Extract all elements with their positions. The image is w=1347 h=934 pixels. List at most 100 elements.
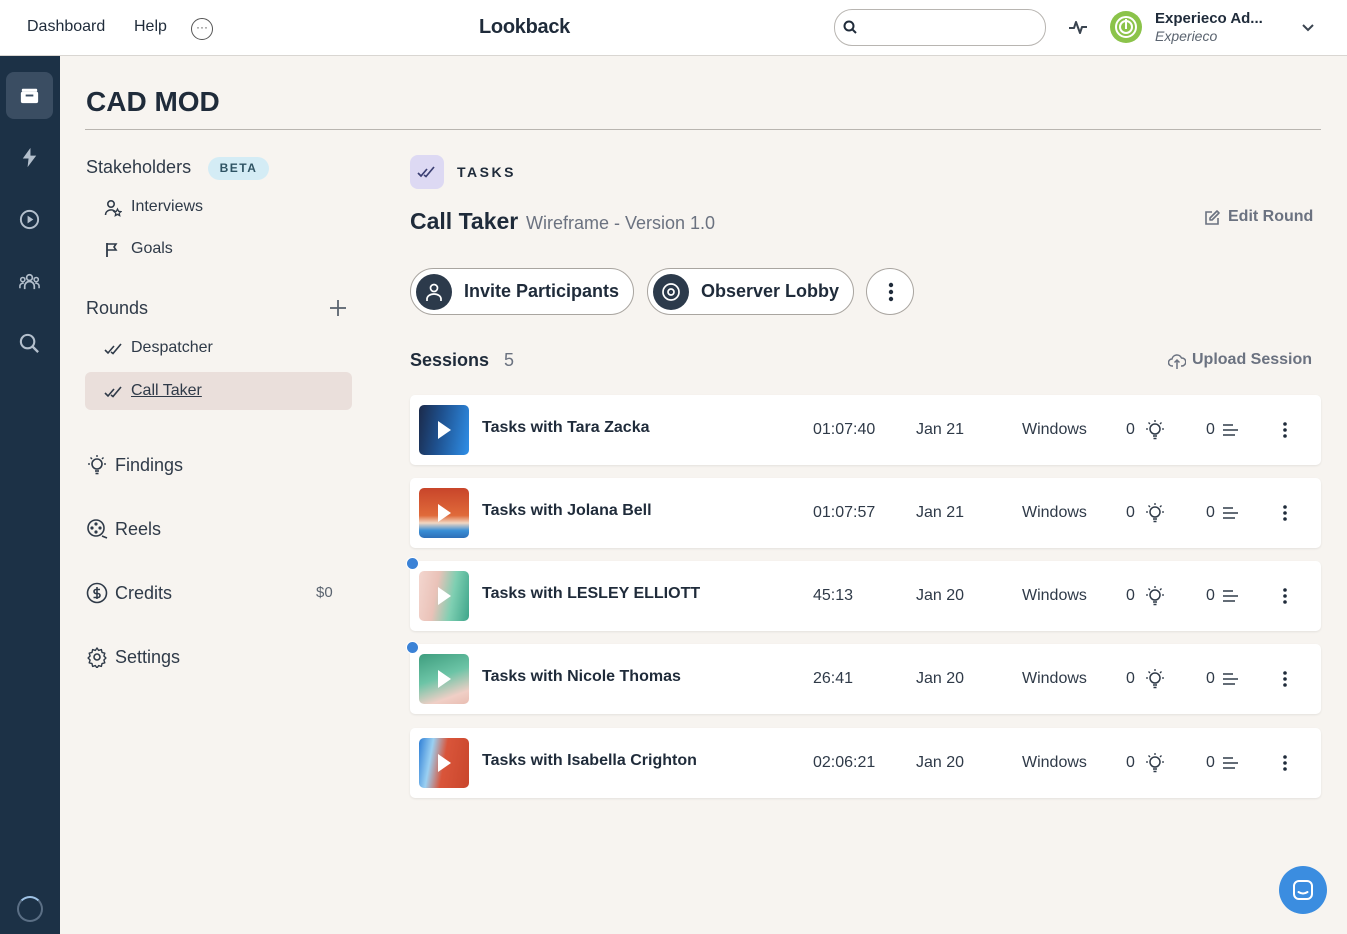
session-notes-count: 0 bbox=[1206, 587, 1215, 604]
session-date: Jan 20 bbox=[916, 587, 965, 604]
lightbulb-icon bbox=[1146, 753, 1164, 773]
session-insights-count: 0 bbox=[1126, 504, 1135, 521]
rail-projects-button[interactable] bbox=[6, 72, 53, 119]
sidebar-item-label: Despatcher bbox=[131, 339, 213, 356]
session-row[interactable]: Tasks with Isabella Crighton 02:06:21 Ja… bbox=[410, 728, 1321, 798]
session-row[interactable]: Tasks with Jolana Bell 01:07:57 Jan 21 W… bbox=[410, 478, 1321, 548]
support-chat-button[interactable] bbox=[1279, 866, 1327, 914]
session-notes-count: 0 bbox=[1206, 670, 1215, 687]
participant-icon-wrap bbox=[416, 274, 452, 310]
sidebar-item-label: Interviews bbox=[131, 198, 204, 215]
notes-icon bbox=[1223, 673, 1238, 685]
chevron-down-icon[interactable] bbox=[1300, 20, 1316, 36]
avatar[interactable] bbox=[1110, 11, 1142, 43]
row-kebab-icon[interactable] bbox=[1282, 587, 1288, 605]
stakeholders-heading[interactable]: Stakeholders bbox=[86, 157, 191, 178]
search-box[interactable] bbox=[834, 9, 1046, 46]
double-check-icon bbox=[417, 166, 435, 178]
session-notes-count: 0 bbox=[1206, 504, 1215, 521]
edit-round-label: Edit Round bbox=[1228, 208, 1314, 225]
user-name[interactable]: Experieco Ad... bbox=[1155, 10, 1263, 27]
session-name[interactable]: Tasks with Nicole Thomas bbox=[482, 668, 681, 686]
rail-search-button[interactable] bbox=[6, 320, 53, 367]
session-name[interactable]: Tasks with Tara Zacka bbox=[482, 419, 649, 437]
session-os: Windows bbox=[1022, 587, 1087, 604]
rail-live-button[interactable] bbox=[6, 134, 53, 181]
invite-participants-button[interactable]: Invite Participants bbox=[410, 268, 634, 315]
session-os: Windows bbox=[1022, 754, 1087, 771]
session-name[interactable]: Tasks with Isabella Crighton bbox=[482, 752, 697, 770]
app-logo[interactable]: Lookback bbox=[479, 16, 570, 39]
row-kebab-icon[interactable] bbox=[1282, 421, 1288, 439]
round-more-button[interactable] bbox=[866, 268, 914, 315]
nav-dashboard-link[interactable]: Dashboard bbox=[27, 18, 105, 36]
session-notes-count: 0 bbox=[1206, 421, 1215, 438]
session-duration: 01:07:57 bbox=[813, 504, 876, 521]
page-title: CAD MOD bbox=[86, 86, 220, 117]
tasks-badge bbox=[410, 155, 444, 189]
session-thumbnail[interactable] bbox=[419, 571, 469, 621]
loading-spinner-icon bbox=[17, 896, 43, 922]
sidebar-item-label: Goals bbox=[131, 240, 173, 257]
session-thumbnail[interactable] bbox=[419, 488, 469, 538]
session-os: Windows bbox=[1022, 504, 1087, 521]
session-name[interactable]: Tasks with LESLEY ELLIOTT bbox=[482, 585, 700, 603]
lightbulb-icon bbox=[1146, 669, 1164, 689]
play-icon bbox=[438, 670, 451, 688]
beta-badge: BETA bbox=[208, 157, 269, 180]
sidebar-item-label: Call Taker bbox=[131, 382, 202, 399]
sessions-heading: Sessions bbox=[410, 350, 490, 370]
rounds-heading: Rounds bbox=[86, 298, 149, 318]
add-round-icon[interactable] bbox=[329, 299, 347, 317]
double-check-icon bbox=[104, 386, 122, 398]
session-duration: 02:06:21 bbox=[813, 754, 876, 771]
flag-icon bbox=[106, 243, 118, 257]
session-insights-count: 0 bbox=[1126, 587, 1135, 604]
session-thumbnail[interactable] bbox=[419, 738, 469, 788]
nav-help-link[interactable]: Help bbox=[134, 18, 167, 36]
more-options-icon[interactable]: ··· bbox=[191, 18, 213, 40]
sidebar-item-label: Findings bbox=[115, 455, 184, 475]
rail-team-button[interactable] bbox=[6, 258, 53, 305]
search-input[interactable] bbox=[865, 16, 1035, 40]
session-name[interactable]: Tasks with Jolana Bell bbox=[482, 502, 652, 520]
round-title: Call Taker bbox=[410, 208, 519, 234]
session-duration: 26:41 bbox=[813, 670, 854, 687]
left-rail bbox=[0, 56, 60, 934]
session-thumbnail[interactable] bbox=[419, 654, 469, 704]
session-insights-count: 0 bbox=[1126, 421, 1135, 438]
observer-lobby-button[interactable]: Observer Lobby bbox=[647, 268, 854, 315]
org-logo-icon bbox=[1115, 16, 1137, 38]
org-name: Experieco bbox=[1155, 28, 1218, 44]
rail-sessions-button[interactable] bbox=[6, 196, 53, 243]
session-thumbnail[interactable] bbox=[419, 405, 469, 455]
session-date: Jan 21 bbox=[916, 421, 965, 438]
row-kebab-icon[interactable] bbox=[1282, 504, 1288, 522]
play-icon bbox=[438, 754, 451, 772]
session-insights-count: 0 bbox=[1126, 670, 1135, 687]
kebab-icon bbox=[888, 282, 894, 302]
people-icon bbox=[19, 273, 40, 290]
activity-icon[interactable] bbox=[1068, 17, 1088, 37]
row-kebab-icon[interactable] bbox=[1282, 670, 1288, 688]
session-row[interactable]: Tasks with LESLEY ELLIOTT 45:13 Jan 20 W… bbox=[410, 561, 1321, 631]
title-divider bbox=[85, 129, 1321, 130]
gear-icon bbox=[87, 647, 107, 668]
lightbulb-icon bbox=[1146, 420, 1164, 440]
session-insights-count: 0 bbox=[1126, 754, 1135, 771]
active-round-highlight bbox=[85, 372, 352, 410]
unwatched-dot bbox=[406, 641, 419, 654]
invite-participants-label: Invite Participants bbox=[464, 281, 620, 301]
session-notes-count: 0 bbox=[1206, 754, 1215, 771]
session-row[interactable]: Tasks with Tara Zacka 01:07:40 Jan 21 Wi… bbox=[410, 395, 1321, 465]
search-icon bbox=[19, 333, 39, 353]
session-duration: 45:13 bbox=[813, 587, 854, 604]
observer-icon-wrap bbox=[653, 274, 689, 310]
play-icon bbox=[438, 504, 451, 522]
session-row[interactable]: Tasks with Nicole Thomas 26:41 Jan 20 Wi… bbox=[410, 644, 1321, 714]
credits-value: $0 bbox=[316, 584, 333, 601]
row-kebab-icon[interactable] bbox=[1282, 754, 1288, 772]
double-check-icon bbox=[104, 343, 122, 355]
dollar-icon bbox=[86, 582, 108, 604]
lightbulb-icon bbox=[88, 455, 106, 475]
